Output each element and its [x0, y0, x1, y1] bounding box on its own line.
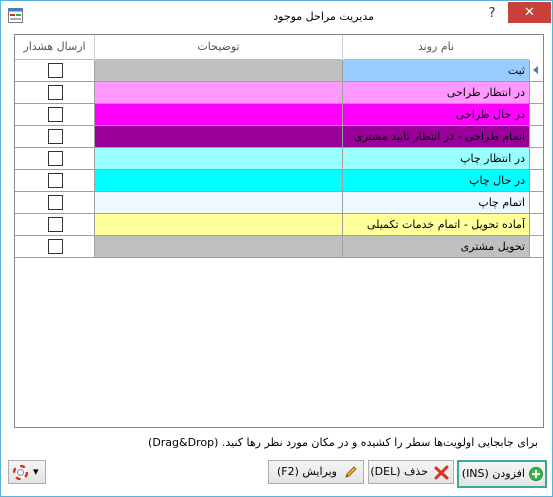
- step-name-cell[interactable]: اتمام طراحی - در انتظار تایید مشتری: [343, 126, 529, 147]
- column-header-alert[interactable]: ارسال هشدار: [15, 35, 94, 60]
- description-cell[interactable]: [95, 60, 343, 81]
- row-header[interactable]: [529, 170, 543, 191]
- column-header-description[interactable]: توضیحات: [95, 35, 342, 60]
- alert-checkbox[interactable]: [48, 107, 63, 122]
- alert-checkbox[interactable]: [48, 173, 63, 188]
- description-cell[interactable]: [95, 148, 343, 169]
- pencil-icon: [345, 466, 357, 478]
- lifebuoy-icon: [13, 465, 28, 480]
- description-cell[interactable]: [95, 236, 343, 257]
- form-icon: [8, 8, 23, 23]
- row-header[interactable]: [529, 214, 543, 235]
- column-header-name[interactable]: نام روند: [343, 35, 529, 60]
- table-row[interactable]: ثبت: [15, 60, 543, 82]
- drag-drop-hint: برای جابجایی اولویت‌ها سطر را کشیده و در…: [148, 436, 538, 449]
- alert-checkbox[interactable]: [48, 129, 63, 144]
- description-cell[interactable]: [95, 126, 343, 147]
- alert-cell: [15, 126, 95, 147]
- step-name-cell[interactable]: تحویل مشتری: [343, 236, 529, 257]
- alert-cell: [15, 60, 95, 81]
- table-row[interactable]: در حال چاپ: [15, 170, 543, 192]
- edit-button[interactable]: ویرایش (F2): [268, 460, 364, 484]
- dropdown-arrow-icon: ▾: [33, 465, 39, 478]
- alert-cell: [15, 82, 95, 103]
- description-cell[interactable]: [95, 104, 343, 125]
- table-row[interactable]: اتمام چاپ: [15, 192, 543, 214]
- step-name-cell[interactable]: در حال طراحی: [343, 104, 529, 125]
- step-name-cell[interactable]: در انتظار طراحی: [343, 82, 529, 103]
- row-header[interactable]: [529, 236, 543, 257]
- window: مدیریت مراحل موجود ? ✕ ارسال هشدار توضیح…: [0, 0, 553, 497]
- alert-cell: [15, 236, 95, 257]
- row-header[interactable]: [529, 82, 543, 103]
- title-bar: مدیریت مراحل موجود ? ✕: [1, 1, 552, 32]
- row-header[interactable]: [529, 104, 543, 125]
- plus-circle-icon: [529, 467, 543, 481]
- table-row[interactable]: تحویل مشتری: [15, 236, 543, 258]
- alert-cell: [15, 104, 95, 125]
- row-header[interactable]: [529, 192, 543, 213]
- current-row-arrow-icon: [533, 66, 538, 74]
- close-button[interactable]: ✕: [508, 2, 551, 23]
- alert-checkbox[interactable]: [48, 63, 63, 78]
- help-menu-button[interactable]: ▾: [8, 460, 46, 484]
- alert-cell: [15, 214, 95, 235]
- table-row[interactable]: در انتظار طراحی: [15, 82, 543, 104]
- alert-checkbox[interactable]: [48, 239, 63, 254]
- help-button[interactable]: ?: [482, 2, 502, 26]
- table-row[interactable]: آماده تحویل - اتمام خدمات تکمیلی: [15, 214, 543, 236]
- step-name-cell[interactable]: اتمام چاپ: [343, 192, 529, 213]
- table-row[interactable]: در انتظار چاپ: [15, 148, 543, 170]
- description-cell[interactable]: [95, 192, 343, 213]
- alert-cell: [15, 170, 95, 191]
- description-cell[interactable]: [95, 214, 343, 235]
- step-name-cell[interactable]: در انتظار چاپ: [343, 148, 529, 169]
- x-icon: [434, 465, 449, 480]
- delete-button[interactable]: حذف (DEL): [368, 460, 454, 484]
- table-row[interactable]: در حال طراحی: [15, 104, 543, 126]
- row-header[interactable]: [529, 126, 543, 147]
- steps-grid[interactable]: ارسال هشدار توضیحات نام روند ثبت در انتظا…: [14, 34, 544, 428]
- step-name-cell[interactable]: در حال چاپ: [343, 170, 529, 191]
- delete-button-label: حذف (DEL): [370, 465, 428, 478]
- alert-checkbox[interactable]: [48, 151, 63, 166]
- edit-button-label: ویرایش (F2): [277, 465, 337, 478]
- alert-checkbox[interactable]: [48, 217, 63, 232]
- alert-checkbox[interactable]: [48, 195, 63, 210]
- row-header[interactable]: [529, 148, 543, 169]
- alert-checkbox[interactable]: [48, 85, 63, 100]
- step-name-cell[interactable]: ثبت: [343, 60, 529, 81]
- alert-cell: [15, 192, 95, 213]
- alert-cell: [15, 148, 95, 169]
- row-header[interactable]: [529, 60, 543, 81]
- add-button-label: افزودن (INS): [461, 467, 525, 480]
- step-name-cell[interactable]: آماده تحویل - اتمام خدمات تکمیلی: [343, 214, 529, 235]
- add-button[interactable]: افزودن (INS): [457, 460, 547, 488]
- table-row[interactable]: اتمام طراحی - در انتظار تایید مشتری: [15, 126, 543, 148]
- description-cell[interactable]: [95, 170, 343, 191]
- description-cell[interactable]: [95, 82, 343, 103]
- window-title: مدیریت مراحل موجود: [273, 10, 374, 23]
